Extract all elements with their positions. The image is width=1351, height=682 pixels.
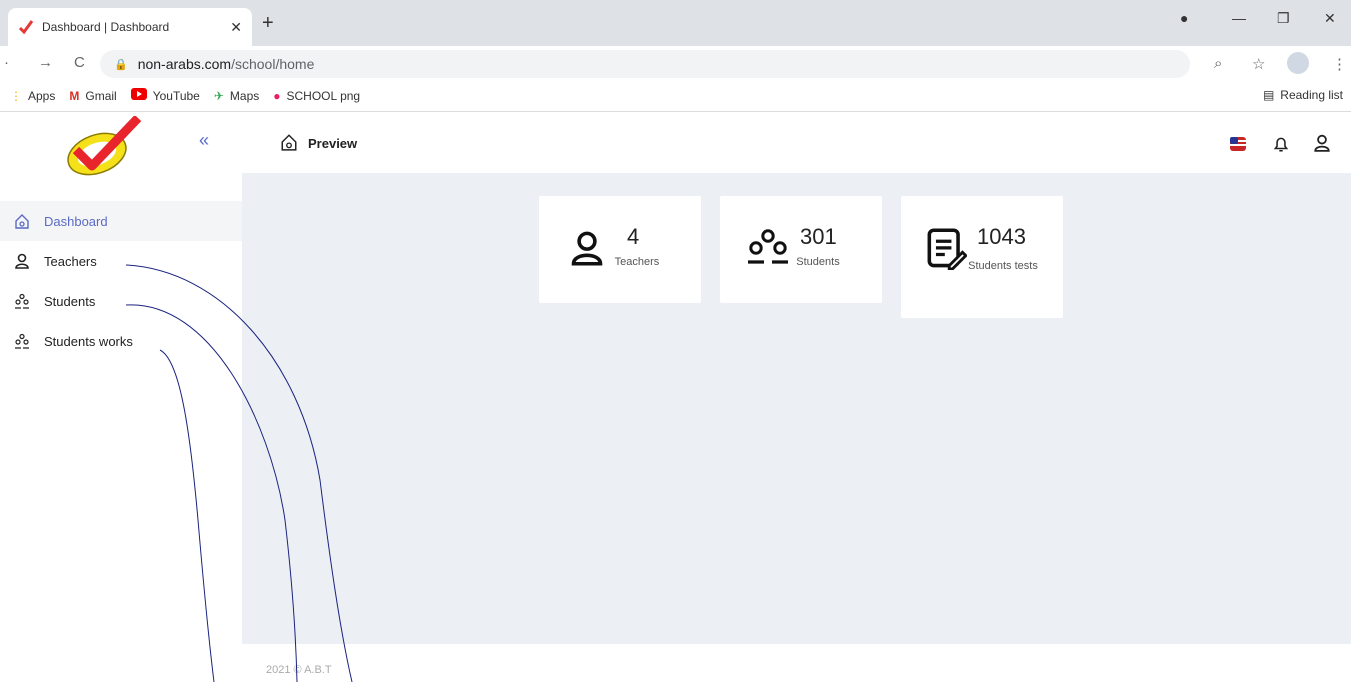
tab-title: Dashboard | Dashboard <box>42 20 170 34</box>
checkmark-favicon-icon <box>18 20 34 35</box>
copyright-text: 2021 © A.B.T <box>266 664 332 676</box>
profile-dot-icon[interactable]: ● <box>1180 10 1188 26</box>
minimize-icon[interactable]: — <box>1232 10 1246 26</box>
stat-value: 4 <box>627 224 640 249</box>
sidebar <box>0 113 242 682</box>
close-window-icon[interactable]: ✕ <box>1324 10 1336 27</box>
url-host: non-arabs.com <box>137 56 232 72</box>
bookmark-apps[interactable]: ⋮ Apps <box>10 89 55 103</box>
star-icon[interactable]: ☆ <box>1252 55 1265 73</box>
app-header: Preview <box>242 113 1351 173</box>
home-icon <box>14 213 36 229</box>
back-icon[interactable]: · <box>4 54 9 71</box>
bookmark-gmail[interactable]: M Gmail <box>69 89 116 103</box>
us-flag-icon[interactable] <box>1230 137 1246 151</box>
bell-icon[interactable] <box>1272 135 1290 153</box>
restore-icon[interactable]: ❐ <box>1277 10 1290 27</box>
footer: 2021 © A.B.T <box>242 644 1351 682</box>
lock-icon: 🔒 <box>114 58 128 71</box>
home-icon <box>280 133 298 154</box>
stat-value: 1043 <box>977 224 1026 249</box>
users-group-icon <box>14 293 36 309</box>
stat-card-students[interactable]: 301 Students <box>720 196 882 303</box>
preview-label: Preview <box>308 136 358 151</box>
reload-icon[interactable]: C <box>74 54 85 71</box>
sidebar-item-label: Students works <box>44 333 133 349</box>
user-icon[interactable] <box>1313 134 1331 152</box>
stat-value: 301 <box>800 224 837 249</box>
sidebar-item-students-works[interactable]: Students works <box>0 321 242 361</box>
bookmark-label: Maps <box>229 88 260 103</box>
school-logo-icon <box>67 116 142 176</box>
preview-link[interactable]: Preview <box>280 133 357 154</box>
close-tab-icon[interactable]: ✕ <box>230 19 242 36</box>
stat-label: Students <box>796 256 840 268</box>
sidebar-item-dashboard[interactable]: Dashboard <box>0 201 242 241</box>
menu-kebab-icon[interactable]: ⋮ <box>1332 55 1347 73</box>
apps-grid-icon: ⋮ <box>10 88 22 103</box>
users-group-icon <box>14 333 36 349</box>
sidebar-item-label: Students <box>44 293 96 309</box>
user-icon <box>571 231 603 266</box>
new-tab-icon[interactable]: + <box>262 12 274 35</box>
users-group-icon <box>748 229 788 264</box>
user-icon <box>14 253 36 269</box>
bookmarks-bar: ⋮ Apps M Gmail YouTube ✈ Maps ● SCHOOL p… <box>0 80 1351 112</box>
stat-label: Teachers <box>614 256 660 268</box>
url-path: /school/home <box>231 56 315 72</box>
bookmark-label: SCHOOL png <box>286 88 361 103</box>
gmail-icon: M <box>69 88 80 103</box>
bookmark-label: Apps <box>28 88 56 103</box>
stat-card-tests[interactable]: 1043 Students tests <box>901 196 1063 318</box>
reading-list-label: Reading list <box>1280 88 1343 102</box>
sidebar-item-label: Teachers <box>44 253 97 269</box>
profile-avatar[interactable] <box>1287 52 1309 74</box>
sidebar-item-label: Dashboard <box>44 213 108 229</box>
url-field[interactable]: 🔒 non-arabs.com /school/home <box>100 50 1190 78</box>
bookmark-label: Gmail <box>85 88 117 103</box>
zoom-icon[interactable]: ⌕ <box>1214 55 1222 72</box>
youtube-icon <box>130 88 147 103</box>
reading-list-icon: ▤ <box>1262 88 1275 102</box>
reading-list-button[interactable]: ▤ Reading list <box>1263 88 1343 102</box>
bookmark-label: YouTube <box>152 88 200 103</box>
browser-tab[interactable]: Dashboard | Dashboard ✕ <box>8 8 252 46</box>
bookmark-school[interactable]: ● SCHOOL png <box>273 89 360 103</box>
main-content: 4 Teachers 301 Students 1043 Students te… <box>242 173 1351 644</box>
bookmark-youtube[interactable]: YouTube <box>130 88 200 103</box>
browser-tab-bar: Dashboard | Dashboard ✕ + ● — ❐ ✕ <box>0 0 1351 46</box>
stat-label: Students tests <box>968 260 1038 272</box>
forward-icon[interactable]: → <box>38 54 53 71</box>
bookmark-maps[interactable]: ✈ Maps <box>214 89 259 103</box>
sidebar-item-students[interactable]: Students <box>0 281 242 321</box>
address-bar-row: · → C 🔒 non-arabs.com /school/home ⌕ ☆ ⋮ <box>0 46 1351 80</box>
maps-icon: ✈ <box>213 88 224 103</box>
collapse-sidebar-icon[interactable]: « <box>199 130 209 151</box>
school-icon: ● <box>273 88 281 103</box>
stat-card-teachers[interactable]: 4 Teachers <box>539 196 701 303</box>
sidebar-item-teachers[interactable]: Teachers <box>0 241 242 281</box>
test-edit-icon <box>927 228 967 270</box>
